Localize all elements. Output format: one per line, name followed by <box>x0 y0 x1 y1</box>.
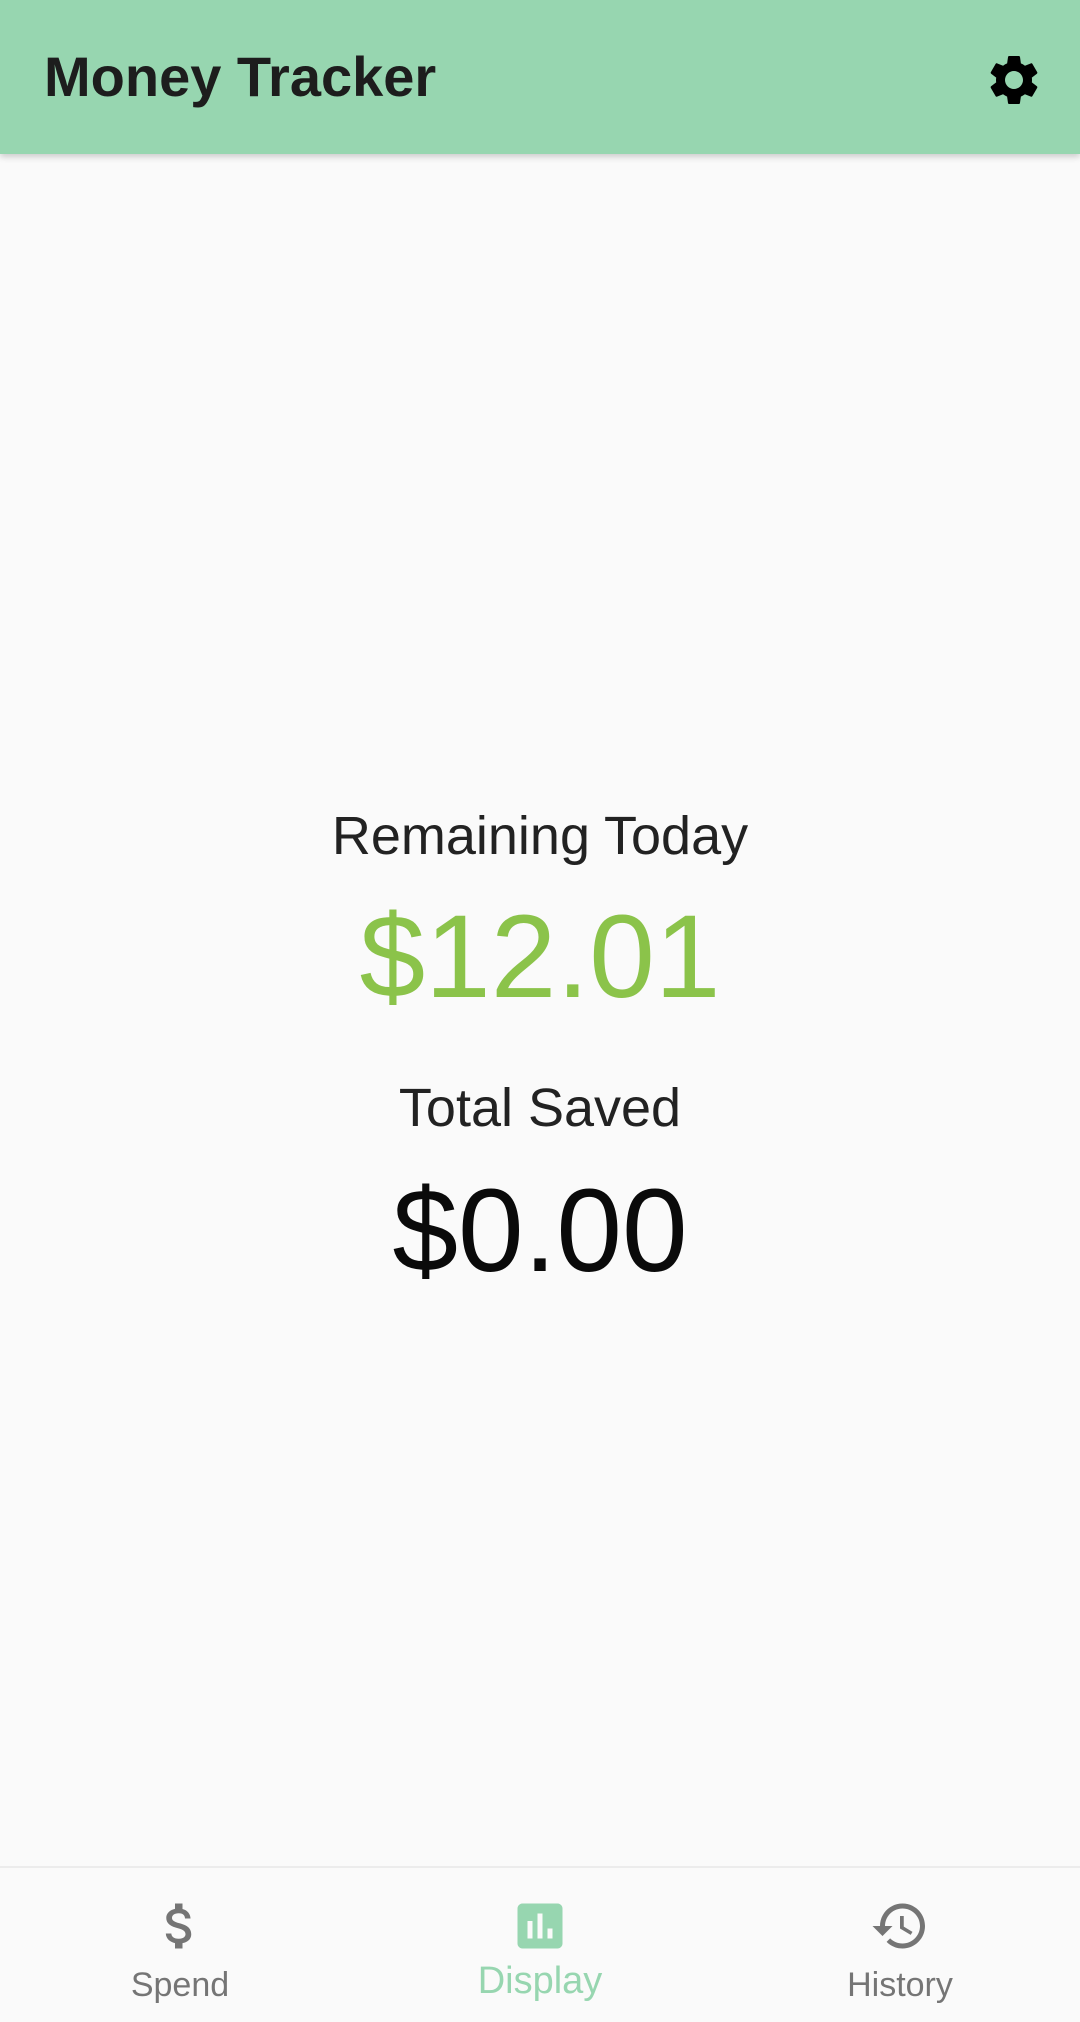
remaining-today-label: Remaining Today <box>331 806 749 866</box>
bottom-navigation: Spend Display History <box>0 1866 1080 2022</box>
nav-label-display: Display <box>477 1960 603 2002</box>
app-bar: Money Tracker <box>0 0 1080 154</box>
nav-label-spend: Spend <box>130 1966 230 2004</box>
app-title: Money Tracker <box>44 45 437 108</box>
bar-chart-icon <box>510 1896 570 1956</box>
nav-item-display[interactable]: Display <box>360 1868 720 2022</box>
nav-item-spend[interactable]: Spend <box>0 1868 360 2022</box>
dollar-icon <box>150 1896 210 1956</box>
total-saved-label: Total Saved <box>398 1078 682 1138</box>
remaining-today-amount: $12.01 <box>359 891 721 1023</box>
history-icon <box>870 1896 930 1956</box>
total-saved-amount: $0.00 <box>392 1165 688 1297</box>
gear-icon <box>990 56 1038 104</box>
nav-item-history[interactable]: History <box>720 1868 1080 2022</box>
app-screen: Money Tracker Remaining Today $12.01 Tot… <box>0 0 1080 2022</box>
settings-button[interactable] <box>978 44 1050 116</box>
nav-label-history: History <box>847 1966 953 2004</box>
summary-panel: Remaining Today $12.01 Total Saved $0.00 <box>0 154 1080 1866</box>
